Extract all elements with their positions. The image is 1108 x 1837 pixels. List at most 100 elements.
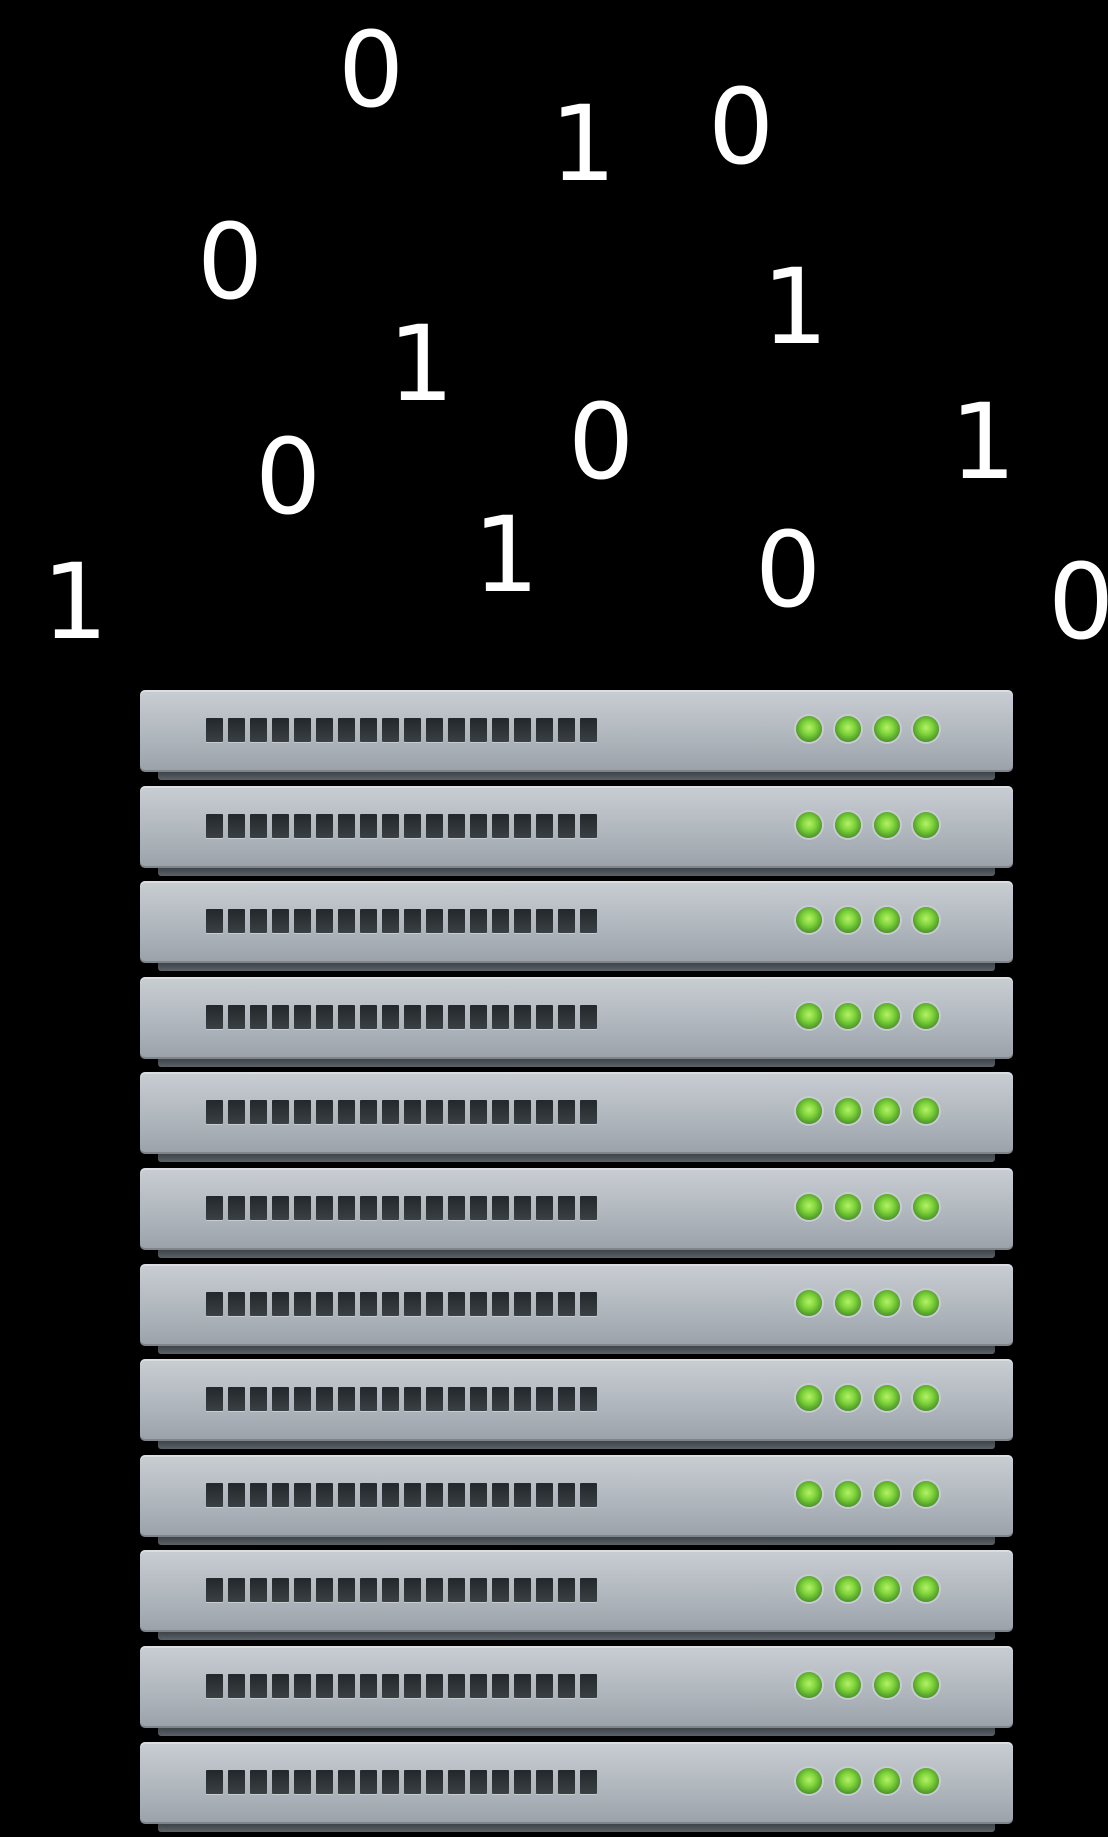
vent-slot — [338, 1769, 355, 1794]
vent-slot — [492, 909, 509, 934]
vent-grille — [206, 718, 604, 742]
vent-slot — [206, 1387, 223, 1412]
vent-grille — [206, 1482, 604, 1507]
vent-grille — [206, 813, 604, 838]
status-led-icon — [913, 1193, 939, 1220]
binary-digit: 0 — [197, 201, 264, 323]
vent-slot — [338, 1291, 355, 1316]
vent-slot — [272, 813, 289, 838]
vent-grille — [206, 1291, 604, 1316]
vent-slot — [404, 1004, 421, 1029]
vent-grille — [206, 909, 604, 934]
vent-slot — [558, 813, 575, 838]
status-led-icon — [835, 1193, 861, 1220]
vent-slot — [514, 1769, 531, 1794]
vent-slot — [536, 1291, 553, 1316]
vent-slot — [514, 909, 531, 934]
status-led-icon — [913, 1671, 939, 1698]
vent-slot — [492, 1769, 509, 1794]
vent-slot — [492, 1195, 509, 1220]
vent-slot — [426, 1769, 443, 1794]
vent-slot — [514, 1100, 531, 1125]
vent-slot — [316, 1578, 333, 1603]
vent-slot — [492, 1100, 509, 1125]
status-led-icon — [913, 1385, 939, 1412]
vent-slot — [580, 1578, 597, 1603]
server-faceplate — [140, 1454, 1013, 1537]
vent-slot — [294, 1482, 311, 1507]
server-faceplate — [140, 881, 1013, 964]
vent-slot — [228, 1673, 245, 1698]
status-led-icon — [835, 907, 861, 934]
vent-slot — [448, 1482, 465, 1507]
vent-slot — [272, 909, 289, 934]
vent-slot — [206, 1769, 223, 1794]
vent-slot — [250, 1100, 267, 1125]
vent-slot — [514, 1482, 531, 1507]
vent-slot — [360, 909, 377, 934]
vent-slot — [536, 1004, 553, 1029]
vent-slot — [206, 1673, 223, 1698]
status-leds — [796, 907, 939, 934]
status-led-icon — [874, 811, 900, 838]
server-faceplate — [140, 976, 1013, 1059]
vent-grille — [206, 1673, 604, 1698]
vent-grille — [206, 1100, 604, 1125]
vent-slot — [426, 1100, 443, 1125]
server-faceplate — [140, 1741, 1013, 1824]
server-faceplate — [140, 1645, 1013, 1728]
status-led-icon — [796, 1002, 822, 1029]
vent-slot — [536, 813, 553, 838]
status-led-icon — [835, 1767, 861, 1794]
server-unit — [140, 1550, 1013, 1641]
vent-slot — [580, 1769, 597, 1794]
server-unit — [140, 881, 1013, 972]
vent-slot — [426, 909, 443, 934]
vent-slot — [360, 1291, 377, 1316]
vent-slot — [404, 1291, 421, 1316]
server-unit-shadow — [158, 963, 995, 972]
server-faceplate — [140, 1072, 1013, 1155]
vent-slot — [448, 1291, 465, 1316]
vent-slot — [206, 718, 223, 742]
vent-slot — [470, 1482, 487, 1507]
vent-slot — [382, 1100, 399, 1125]
server-unit-shadow — [158, 772, 995, 780]
server-faceplate — [140, 1550, 1013, 1633]
server-unit-shadow — [158, 1345, 995, 1354]
vent-slot — [514, 1578, 531, 1603]
vent-slot — [294, 1004, 311, 1029]
vent-slot — [404, 1195, 421, 1220]
vent-slot — [206, 1291, 223, 1316]
vent-slot — [470, 1673, 487, 1698]
vent-slot — [514, 1673, 531, 1698]
vent-slot — [404, 1769, 421, 1794]
vent-slot — [492, 1387, 509, 1412]
status-led-icon — [913, 1767, 939, 1794]
vent-slot — [558, 1578, 575, 1603]
vent-slot — [294, 1387, 311, 1412]
vent-slot — [360, 1100, 377, 1125]
vent-slot — [316, 1482, 333, 1507]
status-led-icon — [913, 1098, 939, 1125]
vent-slot — [316, 1769, 333, 1794]
vent-slot — [316, 1291, 333, 1316]
status-led-icon — [796, 811, 822, 838]
vent-slot — [492, 1578, 509, 1603]
vent-slot — [448, 1195, 465, 1220]
vent-slot — [514, 1004, 531, 1029]
server-faceplate — [140, 1359, 1013, 1442]
server-unit-shadow — [158, 1632, 995, 1641]
vent-slot — [470, 718, 487, 742]
vent-slot — [316, 909, 333, 934]
vent-grille — [206, 1387, 604, 1412]
vent-slot — [426, 1578, 443, 1603]
status-leds — [796, 1193, 939, 1220]
vent-slot — [228, 1004, 245, 1029]
vent-slot — [558, 1482, 575, 1507]
vent-slot — [448, 1387, 465, 1412]
vent-slot — [514, 813, 531, 838]
server-unit — [140, 785, 1013, 876]
status-led-icon — [913, 1480, 939, 1507]
vent-slot — [250, 1673, 267, 1698]
